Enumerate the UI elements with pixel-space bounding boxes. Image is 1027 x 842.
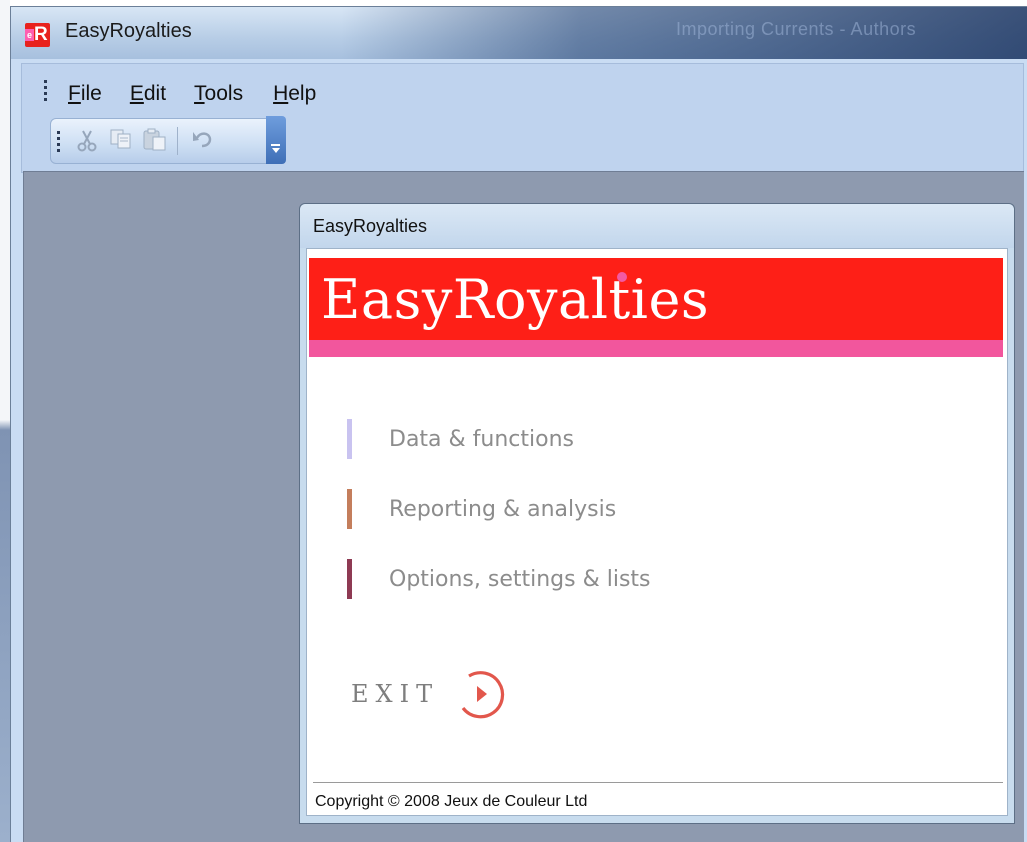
menu-edit-mnemonic: E [129, 82, 144, 105]
toolbar-separator [177, 127, 178, 155]
dialog-title-bar[interactable]: EasyRoyalties [300, 204, 1014, 248]
undo-icon[interactable] [189, 128, 217, 154]
menu-file-mnemonic: F [68, 82, 81, 105]
nav-label: Options, settings & lists [389, 567, 651, 592]
menu-help-mnemonic: H [273, 82, 289, 105]
toolbar-grip-icon[interactable] [57, 131, 61, 155]
copyright-text: Copyright © 2008 Jeux de Couleur Ltd [315, 793, 588, 810]
easyroyalties-dialog: EasyRoyalties EasyRoyalties Data & funct… [299, 203, 1015, 824]
paste-icon[interactable] [141, 128, 169, 154]
standard-toolbar [50, 118, 276, 164]
nav-accent-bar [347, 489, 352, 529]
scissors-icon[interactable] [73, 128, 101, 154]
window-title: EasyRoyalties [65, 20, 192, 42]
title-bar: Importing Currents - Authors e R EasyRoy… [11, 7, 1027, 59]
nav-accent-bar [347, 559, 352, 599]
menu-tools[interactable]: Tools [182, 82, 259, 106]
exit-button[interactable]: EXIT [351, 665, 511, 721]
exit-play-icon[interactable] [455, 668, 507, 720]
menu-toolbar-band: File Edit Tools Help [21, 63, 1024, 173]
desktop-edge [0, 0, 10, 842]
exit-label: EXIT [351, 680, 440, 708]
brand-banner-strip [309, 340, 1003, 357]
nav-label: Reporting & analysis [389, 497, 617, 522]
menu-bar: File Edit Tools Help [66, 82, 332, 106]
menu-help[interactable]: Help [259, 82, 332, 106]
menu-file[interactable]: File [66, 82, 118, 106]
background-window-title: Importing Currents - Authors [676, 19, 917, 39]
nav-accent-bar [347, 419, 352, 459]
nav-label: Data & functions [389, 427, 575, 452]
nav-reporting-analysis[interactable]: Reporting & analysis [347, 489, 797, 531]
menu-help-rest: elp [288, 82, 317, 105]
app-icon-letter-r: R [34, 24, 48, 45]
copy-icon[interactable] [107, 128, 135, 154]
nav-options-settings-lists[interactable]: Options, settings & lists [347, 559, 797, 601]
brand-logo-text: EasyRoyalties [321, 268, 710, 331]
nav-data-functions[interactable]: Data & functions [347, 419, 797, 461]
menu-tools-rest: ools [204, 82, 244, 105]
app-icon-letter-e: e [25, 29, 34, 41]
brand-banner: EasyRoyalties [309, 258, 1003, 340]
logo-dot [617, 272, 627, 282]
menu-file-rest: ile [80, 82, 102, 105]
menu-grip-icon[interactable] [44, 80, 48, 104]
footer-divider [313, 782, 1003, 783]
menu-edit-rest: dit [143, 82, 167, 105]
menu-edit[interactable]: Edit [118, 82, 182, 106]
dialog-title: EasyRoyalties [313, 216, 428, 236]
menu-tools-mnemonic: T [194, 82, 205, 105]
easyroyalties-app-icon[interactable]: e R [25, 23, 50, 47]
dialog-content: EasyRoyalties Data & functions Reporting… [306, 248, 1008, 816]
toolbar-overflow-chevron-icon[interactable] [266, 116, 286, 164]
